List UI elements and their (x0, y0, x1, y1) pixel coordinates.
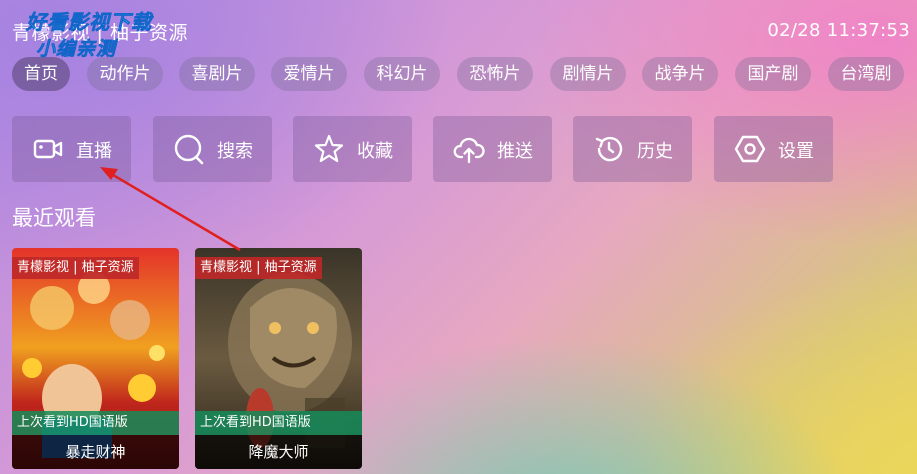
favorites-button[interactable]: 收藏 (293, 116, 412, 182)
watermark-line1: 好看影视下载 (26, 10, 152, 35)
history-button[interactable]: 历史 (573, 116, 692, 182)
tab-domestic-series[interactable]: 国产剧 (735, 57, 811, 91)
watermark: 好看影视下载 小编亲测 (26, 6, 152, 61)
favorites-label: 收藏 (357, 141, 393, 162)
recent-section-title: 最近观看 (12, 206, 96, 230)
clock: 02/28 11:37:53 (767, 20, 910, 41)
watch-progress-label: 上次看到HD国语版 (195, 411, 362, 435)
tab-taiwan-series[interactable]: 台湾剧 (828, 57, 904, 91)
watch-progress-label: 上次看到HD国语版 (12, 411, 179, 435)
cloud-upload-icon (453, 137, 485, 164)
live-button[interactable]: 直播 (12, 116, 131, 182)
movie-title: 暴走财神 (12, 435, 179, 469)
push-label: 推送 (497, 141, 533, 162)
recent-item-card[interactable]: 青檬影视 | 柚子资源 上次看到HD国语版 暴走财神 (12, 248, 179, 469)
tab-action[interactable]: 动作片 (87, 57, 163, 91)
live-label: 直播 (76, 141, 112, 162)
source-badge: 青檬影视 | 柚子资源 (12, 257, 139, 279)
star-icon (314, 134, 344, 163)
function-tiles: 直播 搜索 收藏 推送 历史 设置 (12, 116, 912, 182)
header: 青檬影视 | 柚子资源 好看影视下载 小编亲测 02/28 11:37:53 (0, 0, 917, 61)
settings-label: 设置 (778, 141, 814, 162)
movie-title: 降魔大师 (195, 435, 362, 469)
video-camera-icon (33, 139, 63, 159)
source-badge: 青檬影视 | 柚子资源 (195, 257, 322, 279)
tab-scifi[interactable]: 科幻片 (364, 57, 440, 91)
tab-home[interactable]: 首页 (12, 57, 70, 91)
search-button[interactable]: 搜索 (153, 116, 272, 182)
tab-romance[interactable]: 爱情片 (271, 57, 347, 91)
push-button[interactable]: 推送 (433, 116, 552, 182)
category-tabs: 首页 动作片 喜剧片 爱情片 科幻片 恐怖片 剧情片 战争片 国产剧 台湾剧 (12, 57, 912, 91)
settings-hexagon-icon (734, 135, 766, 163)
history-label: 历史 (637, 141, 673, 162)
tab-drama[interactable]: 剧情片 (550, 57, 626, 91)
tab-horror[interactable]: 恐怖片 (457, 57, 533, 91)
recent-item-card[interactable]: 青檬影视 | 柚子资源 上次看到HD国语版 降魔大师 (195, 248, 362, 469)
history-icon (595, 136, 623, 162)
tab-war[interactable]: 战争片 (642, 57, 718, 91)
search-label: 搜索 (217, 141, 253, 162)
settings-button[interactable]: 设置 (714, 116, 833, 182)
tab-comedy[interactable]: 喜剧片 (179, 57, 255, 91)
search-icon (174, 134, 204, 165)
